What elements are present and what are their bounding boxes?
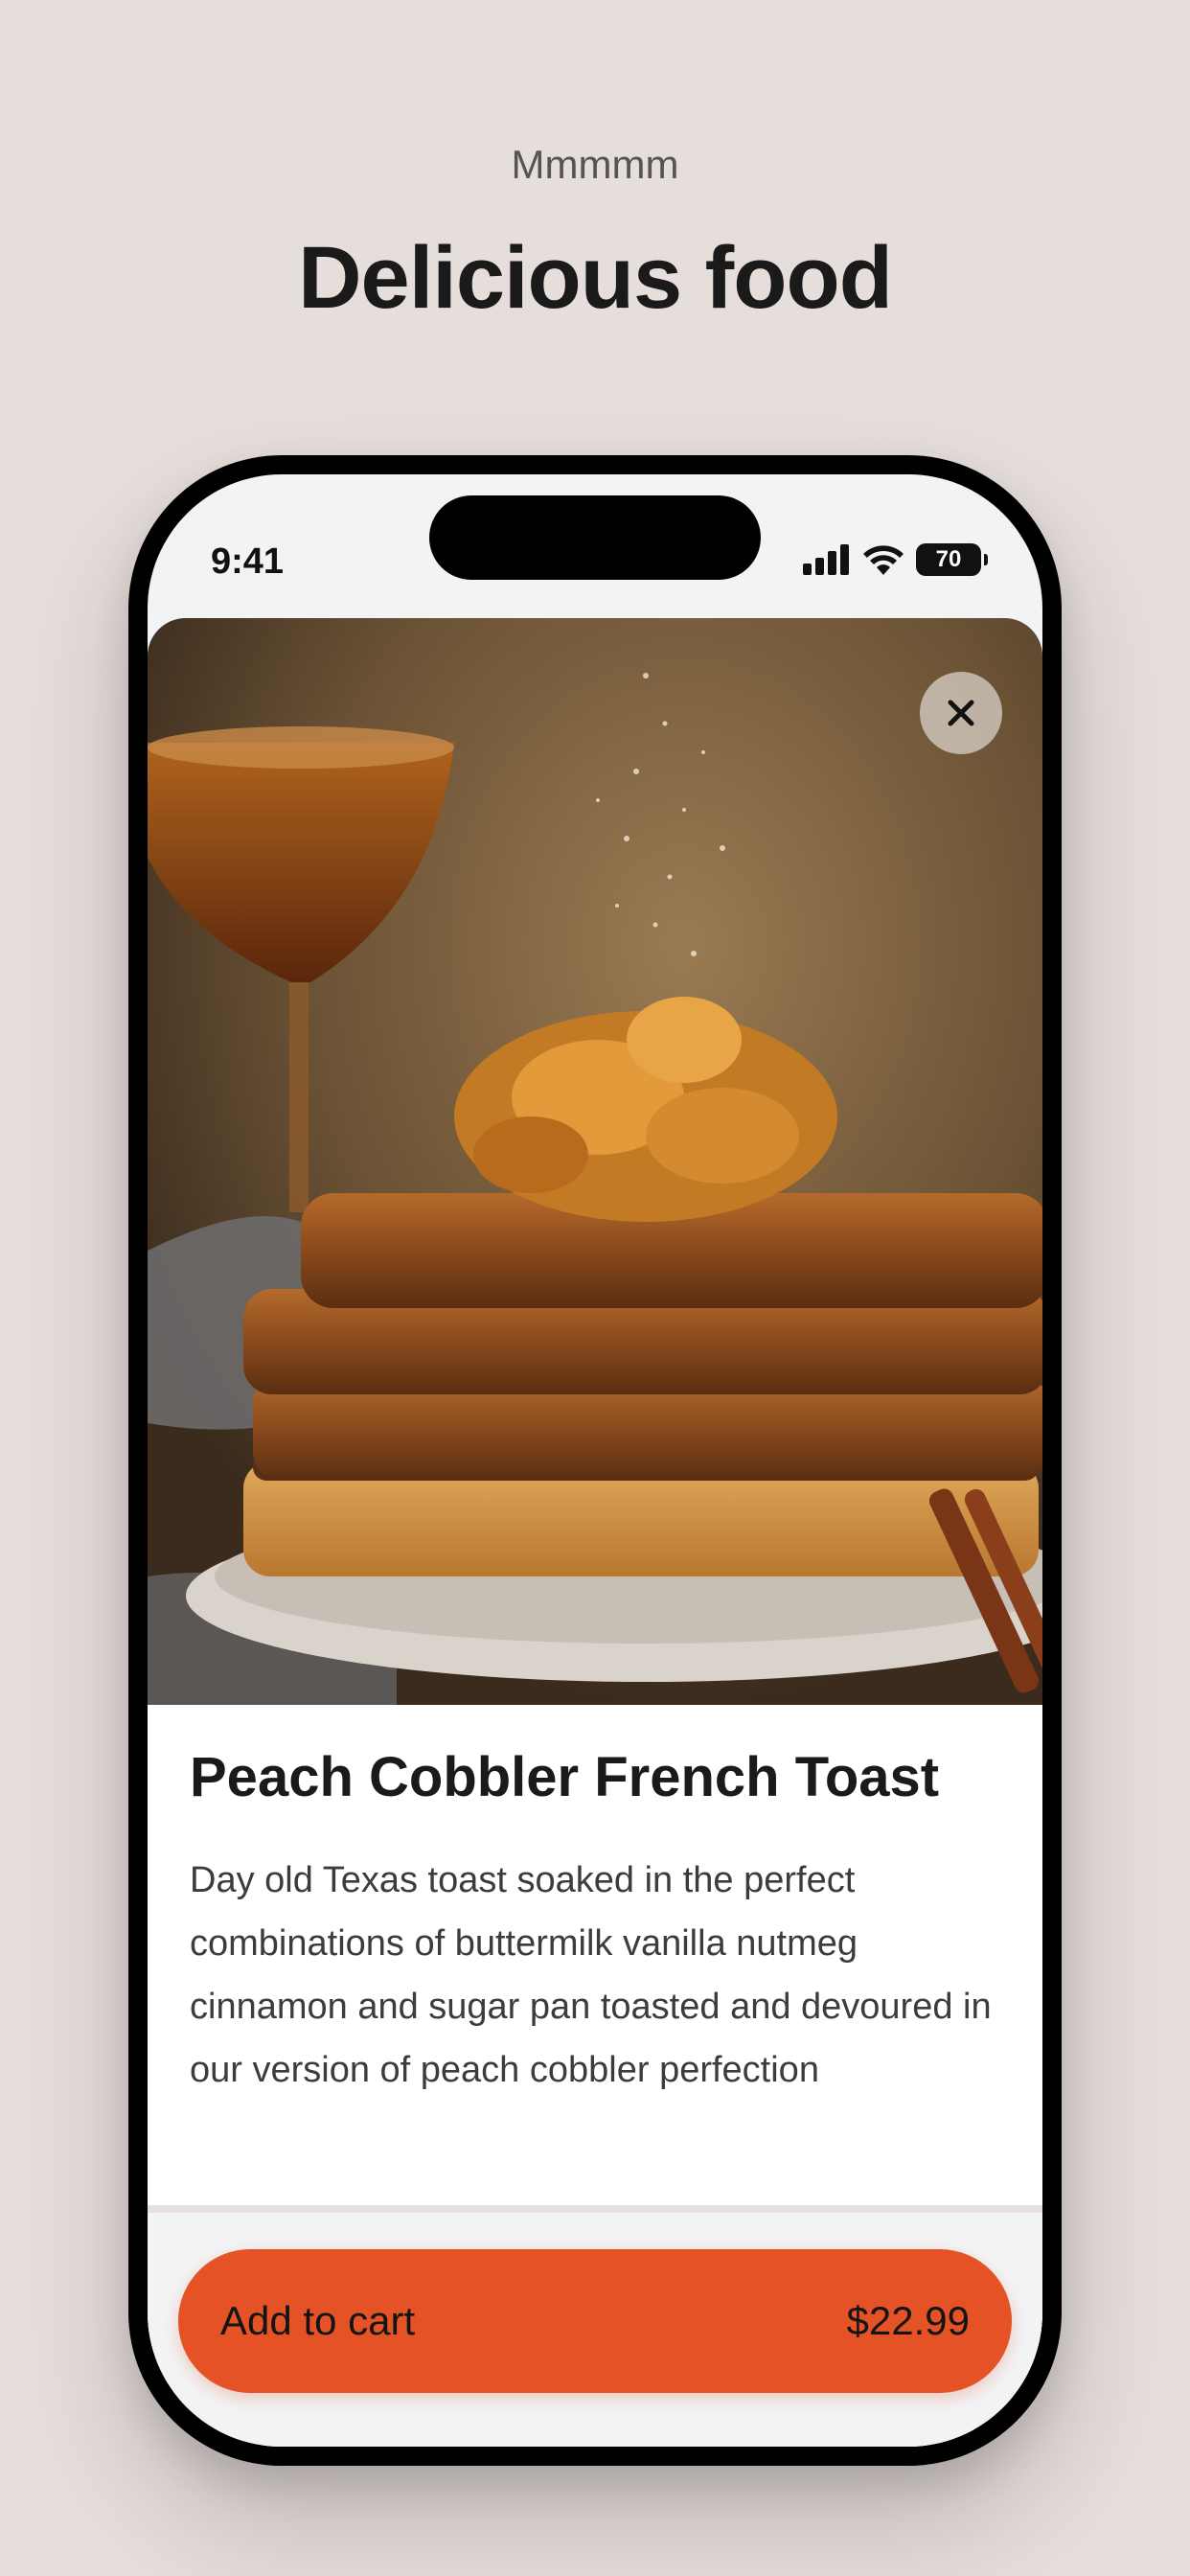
battery-level: 70 bbox=[935, 546, 962, 572]
battery-icon: 70 bbox=[916, 543, 988, 576]
cart-price: $22.99 bbox=[846, 2298, 970, 2343]
page-eyebrow: Mmmmm bbox=[511, 142, 679, 187]
status-icons: 70 bbox=[803, 543, 988, 576]
phone-screen: 9:41 70 Peach Cobbler French Toast Day o… bbox=[148, 474, 1042, 2447]
add-to-cart-button[interactable]: Add to cart $22.99 bbox=[178, 2249, 1012, 2393]
food-image-illustration bbox=[148, 618, 1042, 1705]
status-time: 9:41 bbox=[211, 541, 285, 582]
phone-frame: 9:41 70 Peach Cobbler French Toast Day o… bbox=[128, 455, 1062, 2466]
close-button[interactable] bbox=[920, 672, 1002, 754]
product-description: Day old Texas toast soaked in the perfec… bbox=[190, 1860, 992, 2090]
wifi-icon bbox=[863, 545, 904, 575]
divider bbox=[148, 2205, 1042, 2213]
french-toast-photo bbox=[148, 618, 1042, 1705]
dynamic-island bbox=[429, 495, 761, 580]
page-title: Delicious food bbox=[298, 229, 893, 327]
product-title: Peach Cobbler French Toast bbox=[190, 1746, 940, 1808]
product-sheet: Peach Cobbler French Toast Day old Texas… bbox=[148, 618, 1042, 2447]
close-icon bbox=[948, 700, 974, 726]
status-bar: 9:41 70 bbox=[148, 474, 1042, 618]
cellular-signal-icon bbox=[803, 544, 849, 575]
cart-label: Add to cart bbox=[220, 2298, 416, 2343]
